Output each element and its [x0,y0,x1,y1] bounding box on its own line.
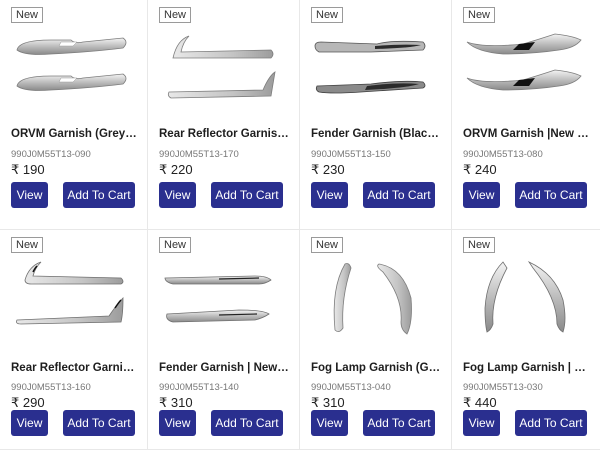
product-sku: 990J0M55T13-040 [311,382,391,393]
add-to-cart-button[interactable]: Add To Cart [363,410,435,436]
view-button[interactable]: View [11,410,48,436]
product-name[interactable]: Fog Lamp Garnish | New Baleno [463,362,592,374]
product-sku: 990J0M55T13-140 [159,382,239,393]
product-card[interactable]: New Rear Reflector Garnish (Grey) | New … [148,0,300,230]
view-button[interactable]: View [159,182,196,208]
product-sku: 990J0M55T13-090 [11,149,91,160]
product-grid: New ORVM Garnish (Grey) | 990J0M55T13-09… [0,0,600,450]
product-card[interactable]: New Fog Lamp Garnish (Grey) | New Baleno… [300,230,452,450]
product-card[interactable]: New Fog Lamp Garnish | New Baleno 990J0M… [452,230,600,450]
new-badge: New [159,237,192,253]
product-name[interactable]: ORVM Garnish |New Baleno [463,128,592,140]
product-price: ₹ 240 [463,162,497,177]
new-badge: New [311,237,344,253]
new-badge: New [463,7,496,23]
product-price: ₹ 230 [311,162,345,177]
product-image[interactable] [159,28,283,108]
new-badge: New [11,237,44,253]
product-card[interactable]: New Fender Garnish (Black) | New Baleno … [300,0,452,230]
view-button[interactable]: View [311,410,348,436]
view-button[interactable]: View [311,182,348,208]
new-badge: New [463,237,496,253]
product-sku: 990J0M55T13-170 [159,149,239,160]
new-badge: New [311,7,344,23]
add-to-cart-button[interactable]: Add To Cart [211,410,283,436]
product-image[interactable] [11,28,135,108]
product-name[interactable]: Fender Garnish (Black) | New Baleno [311,128,443,140]
product-sku: 990J0M55T13-030 [463,382,543,393]
product-name[interactable]: Fender Garnish | New Baleno [159,362,291,374]
product-price: ₹ 310 [311,395,345,410]
product-card[interactable]: New Fender Garnish | New Baleno 990J0M55… [148,230,300,450]
product-card[interactable]: New ORVM Garnish |New Baleno 990J0M55T13… [452,0,600,230]
product-image[interactable] [463,258,587,338]
product-card[interactable]: New ORVM Garnish (Grey) | 990J0M55T13-09… [0,0,148,230]
view-button[interactable]: View [463,182,500,208]
product-sku: 990J0M55T13-160 [11,382,91,393]
view-button[interactable]: View [11,182,48,208]
add-to-cart-button[interactable]: Add To Cart [515,410,587,436]
product-name[interactable]: Fog Lamp Garnish (Grey) | New Baleno [311,362,443,374]
new-badge: New [159,7,192,23]
product-image[interactable] [311,258,435,338]
new-badge: New [11,7,44,23]
add-to-cart-button[interactable]: Add To Cart [363,182,435,208]
product-price: ₹ 310 [159,395,193,410]
product-name[interactable]: ORVM Garnish (Grey) | New Baleno [11,128,139,140]
product-name[interactable]: Rear Reflector Garnish | New Baleno [11,362,139,374]
product-price: ₹ 290 [11,395,45,410]
product-image[interactable] [11,258,135,338]
add-to-cart-button[interactable]: Add To Cart [63,182,135,208]
product-image[interactable] [463,28,587,108]
product-price: ₹ 190 [11,162,45,177]
product-card[interactable]: New Rear Reflector Garnish | New Baleno … [0,230,148,450]
view-button[interactable]: View [159,410,196,436]
view-button[interactable]: View [463,410,500,436]
product-sku: 990J0M55T13-080 [463,149,543,160]
product-sku: 990J0M55T13-150 [311,149,391,160]
product-price: ₹ 220 [159,162,193,177]
product-image[interactable] [311,28,435,108]
product-price: ₹ 440 [463,395,497,410]
product-image[interactable] [159,258,283,338]
add-to-cart-button[interactable]: Add To Cart [211,182,283,208]
product-name[interactable]: Rear Reflector Garnish (Grey) | New Bale… [159,128,291,140]
add-to-cart-button[interactable]: Add To Cart [63,410,135,436]
add-to-cart-button[interactable]: Add To Cart [515,182,587,208]
